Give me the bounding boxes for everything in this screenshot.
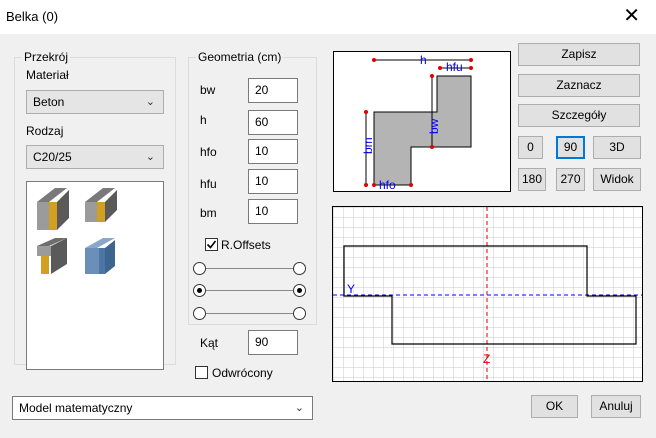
- bw-dim-label: bw: [427, 118, 441, 134]
- view-3d-button[interactable]: 3D: [593, 136, 641, 159]
- model-select[interactable]: Model matematyczny ⌄: [12, 396, 313, 420]
- hfu-dim-label: hfu: [446, 60, 463, 74]
- kind-value: C20/25: [33, 150, 72, 164]
- hfo-field[interactable]: 10: [248, 139, 298, 164]
- reversed-checkbox[interactable]: [195, 366, 208, 379]
- chevron-down-icon: ⌄: [145, 96, 155, 108]
- angle-field[interactable]: 90: [248, 330, 298, 355]
- material-label: Materiał: [26, 68, 69, 82]
- reversed-label: Odwrócony: [212, 366, 273, 380]
- beam-type-4-icon[interactable]: [85, 238, 115, 274]
- ok-button[interactable]: OK: [531, 395, 578, 418]
- section-type-list[interactable]: [26, 181, 164, 370]
- hfo-label: hfo: [200, 145, 217, 159]
- window-title: Belka (0): [6, 9, 59, 24]
- h-label: h: [200, 113, 207, 127]
- rotate-0-button[interactable]: 0: [518, 136, 543, 159]
- rotate-90-button[interactable]: 90: [556, 136, 585, 159]
- bm-dim-label: bm: [361, 137, 375, 154]
- chevron-down-icon: ⌄: [294, 402, 304, 414]
- offset-radio-bottom-right[interactable]: [293, 307, 306, 320]
- hfo-dim-label: hfo: [379, 178, 396, 191]
- material-value: Beton: [33, 95, 65, 109]
- offset-track-top: [205, 268, 297, 269]
- bm-field[interactable]: 10: [248, 199, 298, 224]
- y-axis-label: Y: [347, 282, 355, 296]
- offset-radio-middle-left[interactable]: [193, 284, 206, 297]
- kind-select[interactable]: C20/25 ⌄: [26, 145, 164, 169]
- close-icon[interactable]: ✕: [623, 4, 640, 28]
- h-dim-label: h: [420, 53, 427, 67]
- mark-button[interactable]: Zaznacz: [518, 74, 640, 97]
- bm-label: bm: [200, 206, 217, 220]
- r-offsets-checkbox[interactable]: [205, 238, 218, 251]
- bw-label: bw: [200, 83, 216, 97]
- hfu-label: hfu: [200, 177, 217, 191]
- r-offsets-label: R.Offsets: [221, 238, 271, 252]
- title-bar: [0, 0, 656, 34]
- h-field[interactable]: 60: [248, 110, 298, 135]
- bw-field[interactable]: 20: [248, 78, 298, 103]
- cancel-button[interactable]: Anuluj: [591, 395, 641, 418]
- offset-track-middle: [205, 290, 297, 291]
- checkmark-icon: [206, 240, 217, 249]
- elevation-grid: Y Z: [332, 206, 643, 382]
- section-shape: [373, 75, 472, 186]
- section-preview: h hfu hfo bw bm: [333, 51, 511, 192]
- view-button[interactable]: Widok: [593, 168, 641, 191]
- geometry-legend: Geometria (cm): [196, 50, 284, 64]
- details-button[interactable]: Szczegóły: [518, 104, 640, 127]
- z-axis-label: Z: [483, 352, 490, 366]
- offset-radio-top-left[interactable]: [193, 262, 206, 275]
- rotate-270-button[interactable]: 270: [556, 168, 585, 191]
- offset-track-bottom: [205, 313, 297, 314]
- hfu-field[interactable]: 10: [248, 169, 298, 194]
- model-value: Model matematyczny: [19, 401, 133, 415]
- beam-type-3-icon[interactable]: [37, 238, 67, 274]
- beam-type-2-icon[interactable]: [85, 188, 117, 222]
- beam-type-1-icon[interactable]: [37, 188, 69, 230]
- offset-radio-top-right[interactable]: [293, 262, 306, 275]
- offset-radio-bottom-left[interactable]: [193, 307, 206, 320]
- rotate-180-button[interactable]: 180: [518, 168, 546, 191]
- save-button[interactable]: Zapisz: [518, 43, 640, 66]
- chevron-down-icon: ⌄: [145, 151, 155, 163]
- angle-label: Kąt: [200, 336, 219, 350]
- section-legend: Przekrój: [22, 50, 71, 64]
- offset-radio-middle-right[interactable]: [293, 284, 306, 297]
- material-select[interactable]: Beton ⌄: [26, 90, 164, 114]
- kind-label: Rodzaj: [26, 124, 64, 138]
